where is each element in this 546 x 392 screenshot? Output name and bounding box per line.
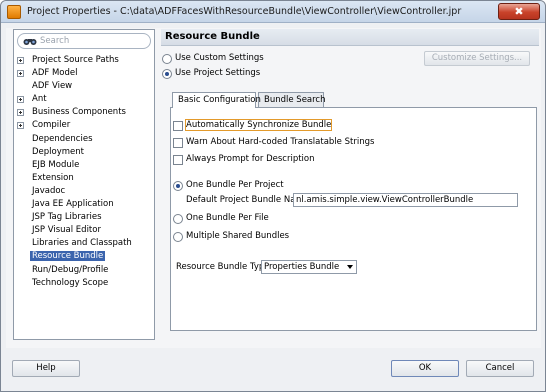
tree-item-extension[interactable]: Extension [14,172,154,185]
close-button[interactable]: ✖ [498,3,540,20]
tree-item-label: Business Components [32,107,126,118]
tree-item-label: Resource Bundle [30,251,106,262]
tree-item-label: ADF View [32,81,73,92]
auto-sync-checkbox[interactable] [173,121,183,131]
use-custom-settings-radio[interactable] [162,54,172,64]
expand-icon[interactable] [17,96,24,104]
one-bundle-per-project-label: One Bundle Per Project [186,180,284,190]
dialog-content: Search Project Source Paths ADF Model AD… [6,28,541,348]
one-bundle-per-file-label: One Bundle Per File [186,213,269,223]
warn-hardcoded-checkbox[interactable] [173,138,183,148]
bundle-type-value: Properties Bundle [264,262,340,272]
cancel-button[interactable]: Cancel [466,360,534,377]
section-header: Resource Bundle [161,29,539,46]
ok-button[interactable]: OK [391,360,459,377]
tree-item-label: Deployment [32,146,84,157]
tree-item-label: JSP Visual Editor [32,225,101,236]
expand-icon[interactable] [17,70,24,78]
category-tree-pane: Search Project Source Paths ADF Model AD… [13,29,155,340]
one-bundle-per-project-radio[interactable] [173,181,183,191]
app-icon [7,5,21,19]
use-project-settings-radio[interactable] [162,69,172,79]
multiple-shared-bundles-radio[interactable] [173,232,183,242]
always-prompt-checkbox[interactable] [173,155,183,165]
tree-item-label: Project Source Paths [32,55,119,65]
title-bar: Project Properties - C:\data\ADFFacesWit… [1,1,545,23]
tree-item-business-components[interactable]: Business Components [14,106,154,119]
tree-item-label: Ant [32,94,47,105]
tree-item-label: Libraries and Classpath [32,238,132,249]
tree-item-label: Run/Debug/Profile [32,264,109,275]
use-custom-settings-label: Use Custom Settings [175,53,264,63]
tree-item-label: Extension [32,172,74,183]
search-placeholder: Search [40,36,70,46]
tree-item-adf-view[interactable]: ADF View [14,80,154,93]
search-input[interactable]: Search [17,33,151,49]
tree-item-run-debug-profile[interactable]: Run/Debug/Profile [14,264,154,277]
tree-item-label: ADF Model [32,68,78,79]
project-properties-dialog: Project Properties - C:\data\ADFFacesWit… [0,0,546,392]
window-title: Project Properties - C:\data\ADFFacesWit… [27,6,462,17]
auto-sync-label: Automatically Synchronize Bundle [184,119,333,131]
expand-icon[interactable] [17,57,24,64]
binoculars-icon [23,39,37,45]
tree-item-label: JSP Tag Libraries [32,212,102,223]
tree-item-technology-scope[interactable]: Technology Scope [14,277,154,290]
use-project-settings-label: Use Project Settings [175,68,261,78]
tree-item-javadoc[interactable]: Javadoc [14,185,154,198]
tree-item-compiler[interactable]: Compiler [14,119,154,132]
tree-item-libraries-and-classpath[interactable]: Libraries and Classpath [14,237,154,250]
expand-icon[interactable] [17,122,24,130]
tree-item-label: Compiler [32,120,71,131]
bundle-type-select[interactable]: Properties Bundle [261,260,357,274]
dropdown-arrow-icon [347,265,353,269]
tree-item-adf-model[interactable]: ADF Model [14,67,154,80]
customize-settings-button[interactable]: Customize Settings... [424,51,530,66]
warn-hardcoded-label: Warn About Hard-coded Translatable Strin… [186,137,375,147]
tree-item-java-ee-application[interactable]: Java EE Application [14,198,154,211]
tree-item-project-source-paths[interactable]: Project Source Paths [14,54,154,67]
tree-item-label: Javadoc [32,185,66,196]
tree-item-resource-bundle[interactable]: Resource Bundle [14,250,154,263]
tab-bundle-search[interactable]: Bundle Search [258,92,326,107]
bundle-type-label: Resource Bundle Type: [176,262,273,272]
tree-item-deployment[interactable]: Deployment [14,146,154,159]
tree-item-label: Technology Scope [32,277,109,288]
default-bundle-name-field[interactable]: nl.amis.simple.view.ViewControllerBundle [293,193,518,207]
dialog-footer: Help OK Cancel [1,350,545,391]
always-prompt-label: Always Prompt for Description [186,154,315,164]
help-button[interactable]: Help [12,360,80,377]
tree-item-jsp-visual-editor[interactable]: JSP Visual Editor [14,224,154,237]
tree-item-ejb-module[interactable]: EJB Module [14,159,154,172]
tree-item-label: Dependencies [32,133,93,144]
tree-item-label: Java EE Application [32,199,114,210]
category-tree: Project Source Paths ADF Model ADF View … [14,54,154,290]
tab-basic-configuration[interactable]: Basic Configuration [172,92,261,108]
expand-icon[interactable] [17,109,24,117]
one-bundle-per-file-radio[interactable] [173,214,183,224]
tree-item-label: EJB Module [32,159,80,170]
page-title: Resource Bundle [165,31,260,42]
tree-item-ant[interactable]: Ant [14,93,154,106]
tree-item-dependencies[interactable]: Dependencies [14,133,154,146]
multiple-shared-bundles-label: Multiple Shared Bundles [186,231,290,241]
tree-item-jsp-tag-libraries[interactable]: JSP Tag Libraries [14,211,154,224]
